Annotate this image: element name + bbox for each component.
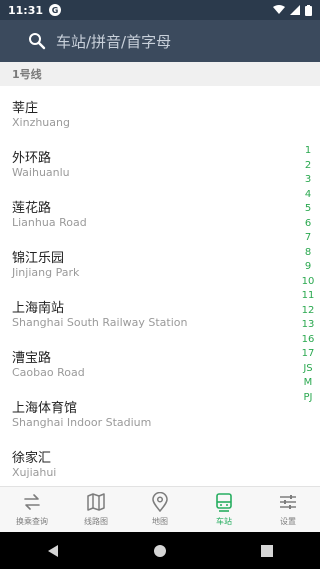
tab-label: 车站 — [216, 517, 232, 526]
index-item[interactable]: 9 — [305, 260, 311, 275]
index-item[interactable]: 13 — [302, 318, 315, 333]
list-item[interactable]: 莘庄 Xinzhuang — [0, 86, 320, 136]
tab-label: 换乘查询 — [16, 517, 48, 526]
index-item[interactable]: 16 — [302, 333, 315, 348]
tab-transfer[interactable]: 换乘查询 — [0, 487, 64, 532]
tab-label: 线路图 — [84, 517, 108, 526]
station-name-en: Shanghai South Railway Station — [12, 316, 188, 329]
index-item[interactable]: M — [304, 376, 313, 391]
tab-stations[interactable]: 车站 — [192, 487, 256, 532]
search-icon — [29, 33, 46, 50]
sliders-icon — [280, 495, 296, 509]
tab-settings[interactable]: 设置 — [256, 487, 320, 532]
search-bar[interactable]: 车站/拼音/首字母 — [0, 20, 320, 62]
transfer-icon — [24, 494, 40, 510]
line-section-header: 1号线 — [0, 62, 320, 86]
list-item[interactable]: 上海体育馆 Shanghai Indoor Stadium — [0, 386, 320, 436]
index-item[interactable]: 4 — [305, 188, 311, 203]
station-name-en: Lianhua Road — [12, 216, 87, 229]
index-item[interactable]: 11 — [302, 289, 315, 304]
notification-badge-icon: G — [49, 4, 62, 16]
station-name-cn: 锦江乐园 — [12, 251, 65, 266]
station-name-en: Waihuanlu — [12, 166, 70, 179]
index-item[interactable]: 10 — [302, 275, 315, 290]
back-icon[interactable] — [46, 544, 60, 558]
map-book-icon — [87, 493, 105, 511]
station-name-cn: 莘庄 — [12, 101, 39, 116]
status-bar: 11:31 G — [0, 0, 320, 20]
index-item[interactable]: 6 — [305, 217, 311, 232]
station-name-en: Caobao Road — [12, 366, 85, 379]
index-item[interactable]: 17 — [302, 347, 315, 362]
station-name-en: Xinzhuang — [12, 116, 70, 129]
index-item[interactable]: 2 — [305, 159, 311, 174]
index-item[interactable]: 8 — [305, 246, 311, 261]
list-item[interactable]: 外环路 Waihuanlu — [0, 136, 320, 186]
list-item[interactable]: 上海南站 Shanghai South Railway Station — [0, 286, 320, 336]
system-nav-bar — [0, 532, 320, 569]
station-name-cn: 徐家汇 — [12, 451, 52, 466]
battery-icon — [305, 4, 312, 16]
station-name-en: Shanghai Indoor Stadium — [12, 416, 152, 429]
index-item[interactable]: JS — [303, 362, 312, 377]
index-item[interactable]: 3 — [305, 173, 311, 188]
station-list[interactable]: 莘庄 Xinzhuang 外环路 Waihuanlu 莲花路 Lianhua R… — [0, 86, 320, 486]
line-index-bar[interactable]: 1 2 3 4 5 6 7 8 9 10 11 12 13 16 17 JS M… — [300, 144, 316, 405]
tab-label: 地图 — [152, 517, 168, 526]
station-name-en: Jinjiang Park — [12, 266, 80, 279]
train-icon — [216, 493, 232, 512]
wifi-icon — [273, 5, 285, 14]
list-item[interactable]: 徐家汇 Xujiahui — [0, 436, 320, 486]
station-name-cn: 莲花路 — [12, 201, 52, 216]
tab-map[interactable]: 地图 — [128, 487, 192, 532]
recents-icon[interactable] — [260, 544, 274, 558]
tab-label: 设置 — [280, 517, 296, 526]
location-pin-icon — [152, 492, 168, 512]
signal-icon — [290, 5, 300, 15]
status-time: 11:31 — [8, 3, 44, 17]
home-icon[interactable] — [153, 544, 167, 558]
index-item[interactable]: 12 — [302, 304, 315, 319]
station-name-cn: 上海南站 — [12, 301, 65, 316]
station-name-cn: 外环路 — [12, 151, 52, 166]
index-item[interactable]: 5 — [305, 202, 311, 217]
list-item[interactable]: 漕宝路 Caobao Road — [0, 336, 320, 386]
tab-line-map[interactable]: 线路图 — [64, 487, 128, 532]
search-input[interactable]: 车站/拼音/首字母 — [56, 31, 171, 52]
index-item[interactable]: PJ — [304, 391, 313, 406]
section-title: 1号线 — [12, 68, 42, 81]
bottom-tab-bar: 换乘查询 线路图 地图 车站 设置 — [0, 486, 320, 532]
station-name-cn: 上海体育馆 — [12, 401, 78, 416]
station-name-en: Xujiahui — [12, 466, 57, 479]
station-name-cn: 漕宝路 — [12, 351, 52, 366]
index-item[interactable]: 1 — [305, 144, 311, 159]
list-item[interactable]: 锦江乐园 Jinjiang Park — [0, 236, 320, 286]
index-item[interactable]: 7 — [305, 231, 311, 246]
list-item[interactable]: 莲花路 Lianhua Road — [0, 186, 320, 236]
status-icons — [273, 4, 312, 16]
